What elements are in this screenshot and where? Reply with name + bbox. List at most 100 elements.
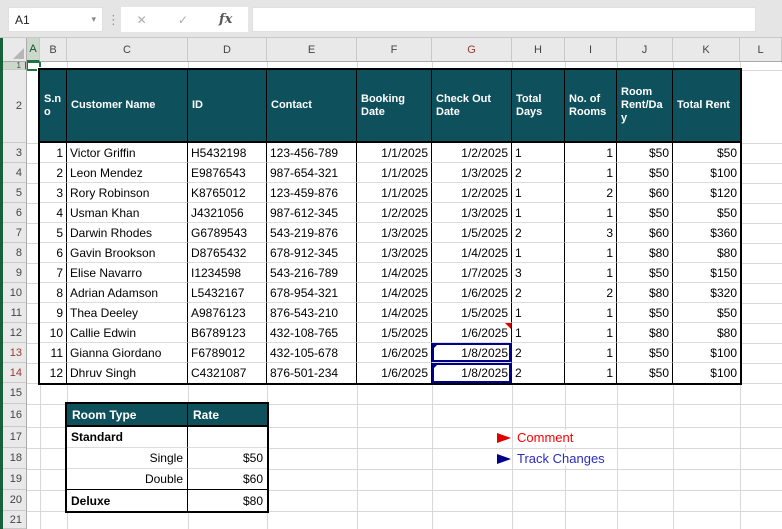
cell-H6[interactable]: 1: [512, 203, 565, 223]
cell-K10[interactable]: $320: [673, 283, 740, 303]
cell-D6[interactable]: J4321056: [188, 203, 267, 223]
cell-B14[interactable]: 12: [40, 363, 67, 383]
cell-B10[interactable]: 8: [40, 283, 67, 303]
cell-H10[interactable]: 2: [512, 283, 565, 303]
cell-H12[interactable]: 1: [512, 323, 565, 343]
cell-K14[interactable]: $100: [673, 363, 740, 383]
cell-J9[interactable]: $50: [617, 263, 673, 283]
header-cell-H2[interactable]: Total Days: [512, 70, 565, 143]
cell-I10[interactable]: 2: [565, 283, 617, 303]
row-header-20[interactable]: 20: [3, 490, 26, 511]
cell-I14[interactable]: 1: [565, 363, 617, 383]
column-header-K[interactable]: K: [673, 38, 740, 61]
row-header-10[interactable]: 10: [3, 283, 26, 303]
cell-J5[interactable]: $60: [617, 183, 673, 203]
row-header-17[interactable]: 17: [3, 427, 26, 448]
row-header-5[interactable]: 5: [3, 183, 26, 203]
column-header-D[interactable]: D: [188, 38, 267, 61]
cell-B11[interactable]: 9: [40, 303, 67, 323]
cell-E13[interactable]: 432-105-678: [267, 343, 357, 363]
cell-G6[interactable]: 1/3/2025: [432, 203, 512, 223]
cell-F14[interactable]: 1/6/2025: [357, 363, 432, 383]
cell-F11[interactable]: 1/4/2025: [357, 303, 432, 323]
cell-I13[interactable]: 1: [565, 343, 617, 363]
cell-G8[interactable]: 1/4/2025: [432, 243, 512, 263]
enter-icon[interactable]: ✓: [178, 13, 188, 27]
cell-E14[interactable]: 876-501-234: [267, 363, 357, 383]
cell-B5[interactable]: 3: [40, 183, 67, 203]
column-header-J[interactable]: J: [617, 38, 673, 61]
cell-C5[interactable]: Rory Robinson: [67, 183, 188, 203]
cell-D11[interactable]: A9876123: [188, 303, 267, 323]
cell-G10[interactable]: 1/6/2025: [432, 283, 512, 303]
cell-K6[interactable]: $50: [673, 203, 740, 223]
cell-E4[interactable]: 987-654-321: [267, 163, 357, 183]
cell-H11[interactable]: 1: [512, 303, 565, 323]
cell-B13[interactable]: 11: [40, 343, 67, 363]
row-header-4[interactable]: 4: [3, 163, 26, 183]
cell-C8[interactable]: Gavin Brookson: [67, 243, 188, 263]
column-header-G[interactable]: G: [432, 38, 512, 61]
cell-G9[interactable]: 1/7/2025: [432, 263, 512, 283]
column-header-A[interactable]: A: [27, 38, 40, 62]
cell-H14[interactable]: 2: [512, 363, 565, 383]
cell-D18[interactable]: $50: [188, 448, 267, 469]
cell-C7[interactable]: Darwin Rhodes: [67, 223, 188, 243]
cell-K4[interactable]: $100: [673, 163, 740, 183]
cell-K9[interactable]: $150: [673, 263, 740, 283]
row-header-16[interactable]: 16: [3, 404, 26, 427]
cell-K5[interactable]: $120: [673, 183, 740, 203]
header-cell-D16[interactable]: Rate: [188, 404, 267, 427]
row-header-13[interactable]: 13: [3, 343, 26, 363]
column-header-C[interactable]: C: [67, 38, 188, 61]
column-header-I[interactable]: I: [565, 38, 617, 61]
cell-K11[interactable]: $50: [673, 303, 740, 323]
cell-C12[interactable]: Callie Edwin: [67, 323, 188, 343]
cell-D19[interactable]: $60: [188, 469, 267, 490]
cell-B6[interactable]: 4: [40, 203, 67, 223]
cell-I12[interactable]: 1: [565, 323, 617, 343]
column-header-B[interactable]: B: [40, 38, 67, 61]
cell-H3[interactable]: 1: [512, 143, 565, 163]
row-header-3[interactable]: 3: [3, 143, 26, 163]
cell-D7[interactable]: G6789543: [188, 223, 267, 243]
header-cell-C16[interactable]: Room Type: [67, 404, 188, 427]
cell-G14[interactable]: 1/8/2025: [432, 363, 512, 383]
cell-J8[interactable]: $80: [617, 243, 673, 263]
row-header-7[interactable]: 7: [3, 223, 26, 243]
cell-D14[interactable]: C4321087: [188, 363, 267, 383]
cell-C11[interactable]: Thea Deeley: [67, 303, 188, 323]
cell-K3[interactable]: $50: [673, 143, 740, 163]
row-header-14[interactable]: 14: [3, 363, 26, 383]
cell-E7[interactable]: 543-219-876: [267, 223, 357, 243]
cell-C18[interactable]: Single: [67, 448, 188, 469]
cell-I8[interactable]: 1: [565, 243, 617, 263]
row-header-8[interactable]: 8: [3, 243, 26, 263]
row-header-9[interactable]: 9: [3, 263, 26, 283]
cell-C9[interactable]: Elise Navarro: [67, 263, 188, 283]
cell-J6[interactable]: $50: [617, 203, 673, 223]
cell-I3[interactable]: 1: [565, 143, 617, 163]
cell-D5[interactable]: K8765012: [188, 183, 267, 203]
cell-H5[interactable]: 1: [512, 183, 565, 203]
cell-J10[interactable]: $80: [617, 283, 673, 303]
cell-B12[interactable]: 10: [40, 323, 67, 343]
header-cell-I2[interactable]: No. of Rooms: [565, 70, 617, 143]
cell-K13[interactable]: $100: [673, 343, 740, 363]
cell-E5[interactable]: 123-459-876: [267, 183, 357, 203]
row-header-15[interactable]: 15: [3, 383, 26, 404]
legend-comment[interactable]: Comment: [496, 429, 576, 446]
cell-H9[interactable]: 3: [512, 263, 565, 283]
column-header-L[interactable]: L: [740, 38, 782, 61]
cell-G13[interactable]: 1/8/2025: [432, 343, 512, 363]
cell-J12[interactable]: $80: [617, 323, 673, 343]
cell-C3[interactable]: Victor Griffin: [67, 143, 188, 163]
cell-H7[interactable]: 2: [512, 223, 565, 243]
cell-D10[interactable]: L5432167: [188, 283, 267, 303]
formula-bar[interactable]: [252, 7, 756, 32]
cell-C4[interactable]: Leon Mendez: [67, 163, 188, 183]
cell-K8[interactable]: $80: [673, 243, 740, 263]
cell-K12[interactable]: $80: [673, 323, 740, 343]
cell-E6[interactable]: 987-612-345: [267, 203, 357, 223]
cell-F10[interactable]: 1/4/2025: [357, 283, 432, 303]
